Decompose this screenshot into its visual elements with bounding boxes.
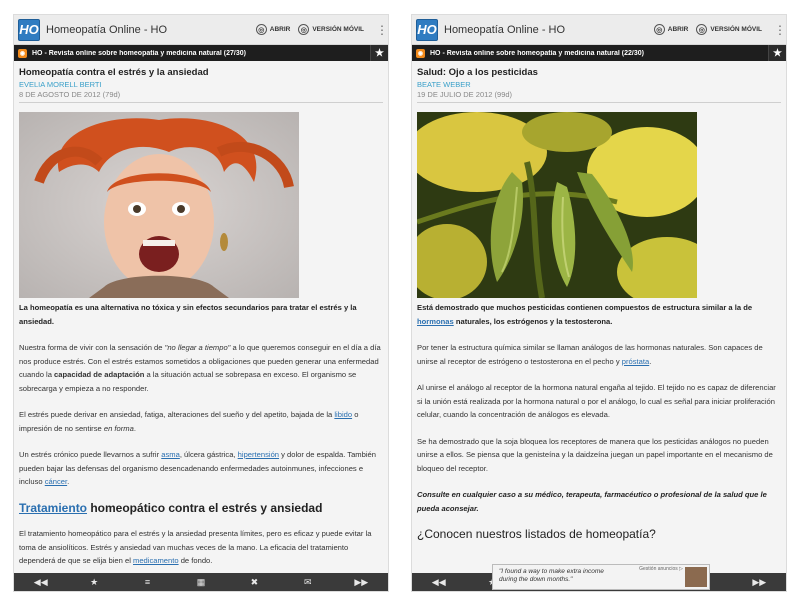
globe-icon: ◎ bbox=[696, 24, 708, 35]
open-label: ABRIR bbox=[667, 26, 689, 33]
paragraph-2: El estrés puede derivar en ansiedad, fat… bbox=[19, 408, 381, 435]
section-heading: Tratamiento homeopático contra el estrés… bbox=[19, 500, 381, 516]
cancer-link[interactable]: cáncer bbox=[45, 477, 67, 486]
medicamento-link[interactable]: medicamento bbox=[133, 556, 179, 565]
next-icon[interactable]: ▶▶ bbox=[353, 577, 369, 588]
text: . bbox=[67, 477, 70, 486]
text: , úlcera gástrica, bbox=[179, 450, 238, 459]
rss-icon: ◉ bbox=[18, 48, 27, 58]
text: El estrés puede derivar en ansiedad, fat… bbox=[19, 410, 335, 419]
app-logo[interactable]: HO bbox=[416, 18, 438, 41]
globe-icon: ◎ bbox=[255, 24, 267, 35]
mobile-version-label: VERSIÓN MÓVIL bbox=[710, 26, 762, 33]
article-intro: La homeopatía es una alternativa no tóxi… bbox=[19, 301, 381, 328]
article-body: La homeopatía es una alternativa no tóxi… bbox=[19, 301, 383, 568]
text: . bbox=[649, 356, 652, 366]
heading-text: homeopático contra el estrés y ansiedad bbox=[87, 500, 323, 515]
next-icon[interactable]: ▶▶ bbox=[751, 577, 767, 588]
hipertension-link[interactable]: hipertensión bbox=[238, 450, 279, 459]
prostata-link[interactable]: próstata bbox=[622, 357, 649, 366]
app-logo[interactable]: HO bbox=[18, 18, 40, 41]
hormonas-link[interactable]: hormonas bbox=[417, 317, 454, 326]
list-icon[interactable]: ≡ bbox=[140, 577, 156, 587]
star-icon[interactable]: ★ bbox=[86, 577, 102, 588]
text: Un estrés crónico puede llevarnos a sufr… bbox=[19, 450, 162, 459]
article-date: 19 DE JULIO DE 2012 (99d) bbox=[417, 90, 781, 103]
mobile-version-button[interactable]: ◎ VERSIÓN MÓVIL bbox=[696, 24, 762, 35]
article-photo-soybean-pods bbox=[417, 112, 697, 298]
mobile-version-button[interactable]: ◎ VERSIÓN MÓVIL bbox=[298, 24, 364, 35]
open-label: ABRIR bbox=[269, 26, 291, 33]
ad-text-line-2: during the down months." bbox=[499, 576, 573, 583]
section-heading: ¿Conocen nuestros listados de homeopatía… bbox=[417, 527, 656, 541]
mail-icon[interactable]: ✉ bbox=[300, 577, 316, 588]
open-button[interactable]: ◎ ABRIR bbox=[255, 24, 291, 35]
feed-title: HO - Revista online sobre homeopatía y m… bbox=[32, 49, 246, 57]
feed-bar: ◉ HO - Revista online sobre homeopatía y… bbox=[412, 45, 786, 61]
overflow-menu-icon[interactable]: ⋮ bbox=[774, 24, 786, 36]
app-bar: HO Homeopatía Online - HO ◎ ABRIR ◎ VERS… bbox=[14, 15, 388, 45]
article-intro: Está demostrado que muchos pesticidas co… bbox=[417, 301, 779, 328]
article-date: 8 DE AGOSTO DE 2012 (79d) bbox=[19, 90, 383, 103]
screenshot-pair: HO Homeopatía Online - HO ◎ ABRIR ◎ VERS… bbox=[0, 0, 800, 599]
text: de fondo. bbox=[178, 556, 213, 565]
open-button[interactable]: ◎ ABRIR bbox=[653, 24, 689, 35]
article-title: Homeopatía contra el estrés y la ansieda… bbox=[19, 67, 209, 78]
text: . bbox=[133, 423, 136, 433]
grid-icon[interactable]: ▦ bbox=[193, 577, 209, 588]
quote-text: "no llegar a tiempo" bbox=[164, 343, 231, 352]
article: Salud: Ojo a los pesticidas BEATE WEBER … bbox=[412, 61, 786, 542]
feed-title: HO - Revista online sobre homeopatía y m… bbox=[430, 49, 644, 57]
favorite-star-icon[interactable]: ★ bbox=[768, 45, 786, 61]
overflow-menu-icon[interactable]: ⋮ bbox=[376, 24, 388, 36]
text: naturales, los estrógenos y la testoster… bbox=[453, 316, 613, 326]
app-title: Homeopatía Online - HO bbox=[46, 23, 168, 36]
article-body: Está demostrado que muchos pesticidas co… bbox=[417, 301, 781, 542]
right-screen: HO Homeopatía Online - HO ◎ ABRIR ◎ VERS… bbox=[411, 14, 787, 592]
app-bar: HO Homeopatía Online - HO ◎ ABRIR ◎ VERS… bbox=[412, 15, 786, 45]
mobile-version-label: VERSIÓN MÓVIL bbox=[312, 26, 364, 33]
feed-bar: ◉ HO - Revista online sobre homeopatía y… bbox=[14, 45, 388, 61]
text: Está demostrado que muchos pesticidas co… bbox=[417, 303, 753, 312]
paragraph-3: Un estrés crónico puede llevarnos a sufr… bbox=[19, 448, 381, 489]
tratamiento-link[interactable]: Tratamiento bbox=[19, 501, 87, 515]
article-title: Salud: Ojo a los pesticidas bbox=[417, 67, 538, 78]
bold-text: capacidad de adaptación bbox=[54, 370, 145, 379]
article: Homeopatía contra el estrés y la ansieda… bbox=[14, 61, 388, 568]
favorite-star-icon[interactable]: ★ bbox=[370, 45, 388, 61]
paragraph-1: Nuestra forma de vivir con la sensación … bbox=[19, 341, 381, 395]
italic-text: en forma bbox=[103, 423, 134, 433]
article-author[interactable]: EVELIA MORELL BERTI bbox=[19, 80, 383, 89]
close-icon[interactable]: ✖ bbox=[246, 577, 262, 588]
ad-banner[interactable]: "I found a way to make extra income duri… bbox=[492, 564, 710, 590]
bottom-toolbar: ◀◀ ★ ≡ ▦ ✖ ✉ ▶▶ bbox=[14, 573, 388, 591]
paragraph-3: Se ha demostrado que la soja bloquea los… bbox=[417, 436, 773, 473]
globe-icon: ◎ bbox=[298, 24, 310, 35]
intro-text: La homeopatía es una alternativa no tóxi… bbox=[19, 303, 357, 326]
app-title: Homeopatía Online - HO bbox=[444, 23, 566, 36]
globe-icon: ◎ bbox=[653, 24, 665, 35]
text: Por tener la estructura química similar … bbox=[417, 343, 763, 366]
article-photo-stressed-woman bbox=[19, 112, 299, 298]
paragraph-2: Al unirse el análogo al receptor de la h… bbox=[417, 383, 776, 419]
paragraph-1: Por tener la estructura química similar … bbox=[417, 341, 779, 368]
rss-icon: ◉ bbox=[416, 48, 425, 58]
asma-link[interactable]: asma bbox=[161, 450, 180, 459]
ad-choices-label[interactable]: Gestión anuncios ▷ bbox=[639, 566, 683, 572]
left-screen: HO Homeopatía Online - HO ◎ ABRIR ◎ VERS… bbox=[13, 14, 389, 592]
previous-icon[interactable]: ◀◀ bbox=[33, 577, 49, 588]
paragraph-4: El tratamiento homeopático para el estré… bbox=[19, 527, 381, 568]
article-author[interactable]: BEATE WEBER bbox=[417, 80, 781, 89]
previous-icon[interactable]: ◀◀ bbox=[431, 577, 447, 588]
text: Consulte en cualquier caso a su médico, … bbox=[417, 490, 767, 513]
libido-link[interactable]: libido bbox=[334, 410, 352, 419]
paragraph-4: Consulte en cualquier caso a su médico, … bbox=[417, 488, 779, 515]
ad-thumbnail bbox=[685, 567, 707, 587]
ad-text-line-1: "I found a way to make extra income bbox=[499, 568, 604, 575]
text: Nuestra forma de vivir con la sensación … bbox=[19, 343, 165, 352]
